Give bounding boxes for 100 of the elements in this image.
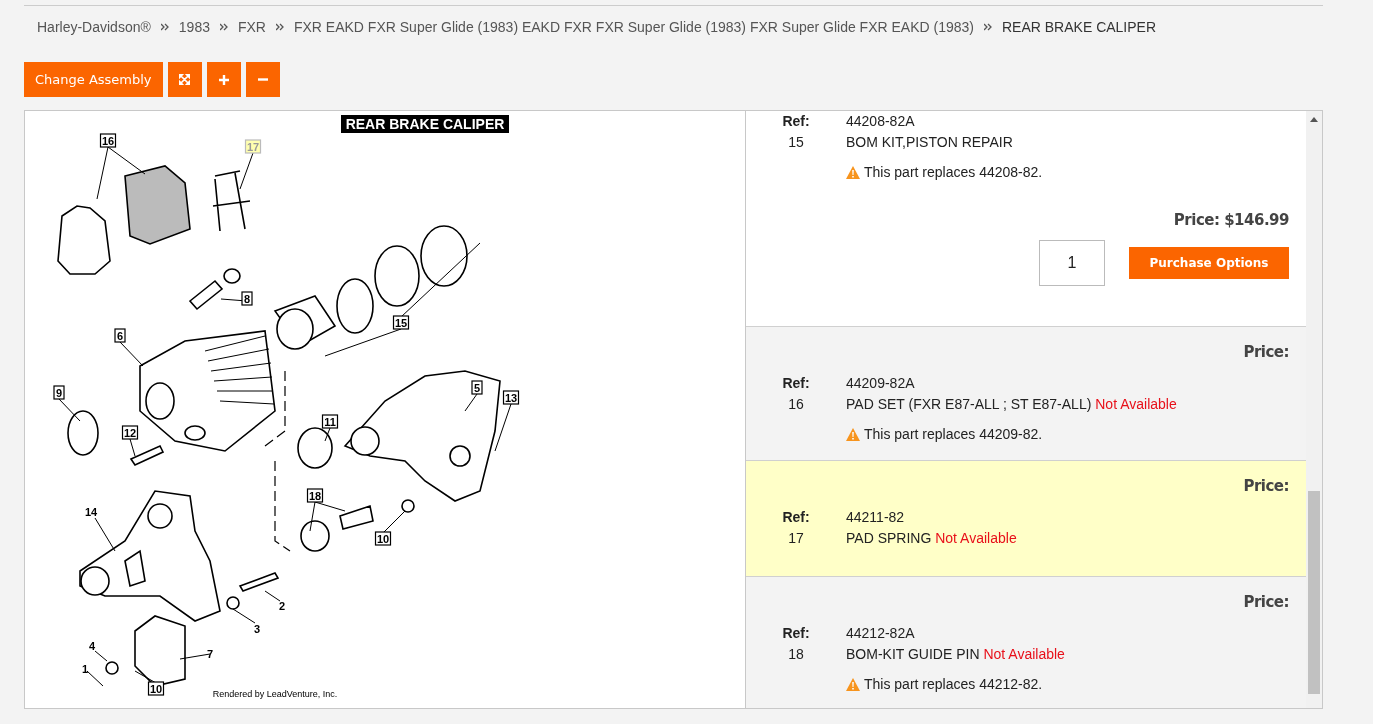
zoom-in-button[interactable] bbox=[206, 62, 241, 97]
breadcrumb-link[interactable]: FXR EAKD FXR Super Glide (1983) EAKD FXR FXR Super Glide (1983) FXR Super Glide FXR EAKD (1983) bbox=[293, 18, 974, 35]
bolt bbox=[238, 572, 280, 592]
chevron-icon bbox=[160, 22, 169, 31]
quantity-field[interactable]: 1 bbox=[1039, 240, 1105, 286]
breadcrumb-link[interactable]: Harley-Davidson® bbox=[37, 18, 151, 35]
ref-label: Ref: bbox=[782, 508, 810, 526]
leader-line bbox=[494, 403, 512, 452]
leader-line bbox=[129, 438, 136, 457]
callout-label[interactable]: 5 bbox=[471, 380, 483, 395]
ref-label: Ref: bbox=[782, 112, 810, 130]
bracket bbox=[134, 615, 186, 687]
availability-status: Not Available bbox=[983, 646, 1065, 662]
seal-ring bbox=[374, 245, 420, 307]
part-description: BOM-KIT GUIDE PIN Not Available bbox=[846, 645, 1066, 663]
price-label: Price: $146.99 bbox=[1172, 210, 1289, 230]
leader-line bbox=[239, 152, 254, 190]
fullscreen-icon bbox=[179, 74, 191, 85]
bleeder-valve bbox=[188, 279, 224, 311]
part-number: 44211-82 bbox=[846, 508, 906, 526]
plus-icon bbox=[218, 74, 229, 85]
callout-label[interactable]: 11 bbox=[321, 414, 339, 429]
availability-status: Not Available bbox=[1095, 396, 1177, 412]
part-row[interactable]: Price: Ref: 44209-82A 16 PAD SET (FXR E87-ALL ; ST E87-ALL) Not Available This part replaces 44209-82. bbox=[746, 327, 1306, 461]
callout-label[interactable]: 4 bbox=[88, 640, 96, 652]
ref-label: Ref: bbox=[782, 374, 810, 392]
leader-line bbox=[232, 608, 256, 624]
leader-line bbox=[382, 510, 406, 534]
leader-line bbox=[94, 517, 116, 552]
replacement-note: This part replaces 44209-82. bbox=[864, 425, 1043, 443]
ref-number: 17 bbox=[788, 529, 804, 547]
part-row[interactable]: Price: Ref: 44212-82A 18 BOM-KIT GUIDE PIN Not Available This part replaces 44212-82. bbox=[746, 577, 1306, 708]
piston bbox=[273, 295, 337, 350]
ref-number: 16 bbox=[788, 395, 804, 413]
callout-label[interactable]: 16 bbox=[99, 133, 117, 148]
pad-spring bbox=[212, 170, 251, 232]
chevron-icon bbox=[275, 22, 284, 31]
breadcrumb-current: REAR BRAKE CALIPER bbox=[1002, 18, 1157, 35]
leader-line bbox=[324, 427, 331, 442]
guide-pin bbox=[339, 504, 374, 530]
ref-label: Ref: bbox=[782, 624, 810, 642]
breadcrumb-link[interactable]: 1983 bbox=[178, 18, 210, 35]
leader-line bbox=[119, 341, 144, 367]
callout-label[interactable]: 15 bbox=[392, 315, 410, 330]
washer bbox=[226, 596, 240, 610]
leader-line bbox=[464, 393, 478, 412]
chevron-icon bbox=[984, 22, 992, 31]
warning-icon bbox=[846, 677, 860, 691]
replacement-note: This part replaces 44212-82. bbox=[864, 675, 1043, 693]
leader-line bbox=[94, 650, 108, 662]
o-ring bbox=[67, 410, 99, 456]
callout-label[interactable]: 7 bbox=[206, 648, 214, 660]
callout-label[interactable]: 14 bbox=[84, 506, 98, 518]
part-description: PAD SET (FXR E87-ALL ; ST E87-ALL) Not Available bbox=[846, 395, 1178, 413]
warning-icon bbox=[846, 165, 860, 179]
seal-ring bbox=[420, 225, 468, 287]
price-label: Price: bbox=[1242, 342, 1289, 362]
part-description: BOM KIT,PISTON REPAIR bbox=[846, 133, 1014, 151]
valve-cap bbox=[223, 268, 241, 284]
price-label: Price: bbox=[1242, 592, 1289, 612]
bushing bbox=[300, 520, 330, 552]
chevron-icon bbox=[219, 22, 228, 31]
availability-status: Not Available bbox=[935, 530, 1017, 546]
price-label: Price: bbox=[1242, 476, 1289, 496]
replacement-note: This part replaces 44208-82. bbox=[864, 163, 1043, 181]
scrollbar-thumb[interactable] bbox=[1308, 491, 1320, 694]
callout-label[interactable]: 10 bbox=[374, 531, 392, 546]
ref-number: 18 bbox=[788, 645, 804, 663]
callout-label[interactable]: 9 bbox=[53, 385, 65, 400]
part-number: 44208-82A bbox=[846, 112, 916, 130]
bushing bbox=[297, 427, 333, 469]
nut bbox=[105, 661, 119, 675]
callout-label[interactable]: 8 bbox=[241, 291, 253, 306]
leader-line bbox=[86, 670, 104, 687]
bolt bbox=[129, 444, 165, 466]
callout-label[interactable]: 18 bbox=[306, 488, 324, 503]
callout-label[interactable]: 13 bbox=[502, 390, 520, 405]
fullscreen-button[interactable] bbox=[167, 62, 202, 97]
plug bbox=[401, 499, 415, 513]
callout-label[interactable]: 12 bbox=[121, 425, 139, 440]
breadcrumb-link[interactable]: FXR bbox=[237, 18, 266, 35]
leader-line bbox=[58, 398, 81, 422]
callout-label[interactable]: 2 bbox=[278, 600, 286, 612]
callout-label[interactable]: 1 bbox=[81, 663, 89, 675]
part-row[interactable]: Price: Ref: 44211-82 17 PAD SPRING Not Available bbox=[746, 461, 1306, 577]
callout-label[interactable]: 3 bbox=[253, 623, 261, 635]
diagram-credit: Rendered by LeadVenture, Inc. bbox=[212, 689, 338, 699]
brake-pad bbox=[57, 205, 111, 275]
minus-icon bbox=[257, 78, 268, 81]
part-number: 44209-82A bbox=[846, 374, 916, 392]
callout-label[interactable]: 10 bbox=[147, 681, 165, 696]
scroll-up-icon[interactable] bbox=[1310, 117, 1318, 122]
seal-ring bbox=[336, 278, 374, 334]
part-description: PAD SPRING Not Available bbox=[846, 529, 1018, 547]
leader-line bbox=[264, 590, 281, 602]
warning-icon bbox=[846, 427, 860, 441]
callout-label[interactable]: 6 bbox=[114, 328, 126, 343]
ref-number: 15 bbox=[788, 133, 804, 151]
scrollbar-track[interactable] bbox=[1306, 111, 1322, 708]
zoom-out-button[interactable] bbox=[245, 62, 280, 97]
